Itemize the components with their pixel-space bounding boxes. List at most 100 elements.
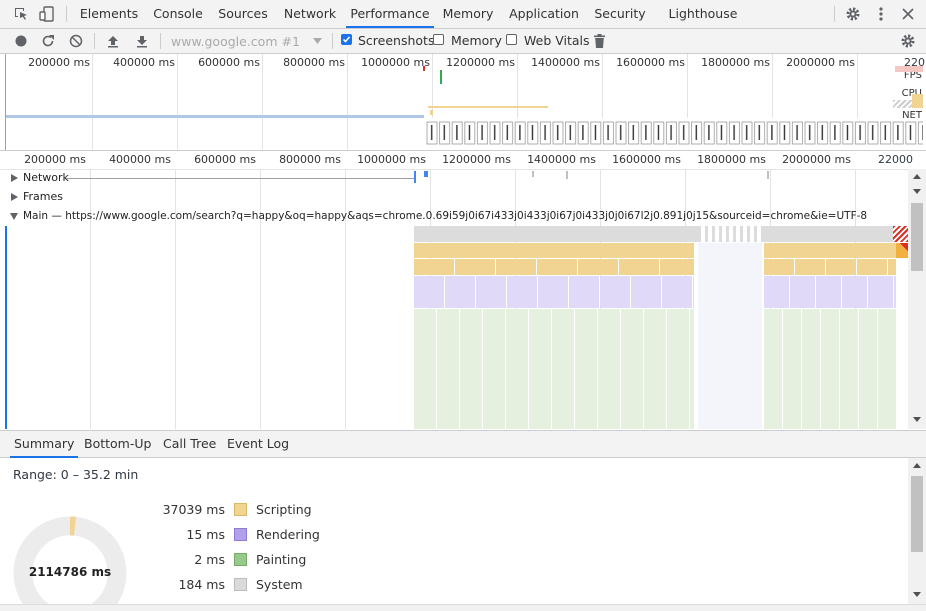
overview-gridline <box>92 54 93 150</box>
tab-performance[interactable]: Performance <box>346 0 434 28</box>
task-bar <box>414 226 908 242</box>
summary-scrollbar[interactable] <box>908 458 926 604</box>
tab-bottom-up[interactable]: Bottom-Up <box>84 434 151 456</box>
summary-label: System <box>256 577 303 592</box>
tab-elements[interactable]: Elements <box>76 0 142 28</box>
swatch-rendering <box>234 528 247 541</box>
tab-memory[interactable]: Memory <box>440 0 496 28</box>
scroll-up-icon[interactable] <box>913 174 921 179</box>
profile-select[interactable]: www.google.com #1 <box>165 31 329 51</box>
tab-summary[interactable]: Summary <box>10 434 78 458</box>
summary-value: 37039 ms <box>140 502 225 517</box>
load-profile-icon[interactable] <box>105 33 121 49</box>
toolbar-divider <box>94 33 95 49</box>
tab-network[interactable]: Network <box>280 0 340 28</box>
scroll-up-icon[interactable] <box>913 463 921 468</box>
overview-tick: 800000 ms <box>265 56 345 69</box>
network-request <box>566 171 568 179</box>
cpu-activity <box>430 110 433 115</box>
summary-label: Rendering <box>256 527 320 542</box>
summary-row-painting: 2 ms Painting <box>140 552 340 570</box>
network-request <box>424 171 428 177</box>
device-toolbar-icon[interactable] <box>38 5 56 23</box>
flame-tick: 1400000 ms <box>516 153 596 166</box>
summary-value: 184 ms <box>140 577 225 592</box>
close-icon[interactable] <box>899 5 917 23</box>
tab-event-log[interactable]: Event Log <box>227 434 289 456</box>
total-time: 2114786 ms <box>13 565 127 579</box>
overview-tick: 2000000 ms <box>775 56 855 69</box>
record-icon[interactable] <box>13 33 29 49</box>
flame-tick: 1000000 ms <box>346 153 426 166</box>
collapse-arrow-icon[interactable] <box>10 213 18 220</box>
overview-gridline <box>177 54 178 150</box>
expand-arrow-icon[interactable] <box>11 174 18 182</box>
cpu-activity <box>912 94 923 108</box>
overview-tick: 200000 ms <box>10 56 90 69</box>
scripting-block <box>764 259 896 275</box>
flame-tick: 2000000 ms <box>771 153 851 166</box>
screenshots-label[interactable]: Screenshots <box>358 33 434 48</box>
overview-gridline <box>262 54 263 150</box>
toolbar-divider <box>834 6 835 22</box>
scroll-down-icon[interactable] <box>913 189 921 194</box>
flame-chart[interactable]: 200000 ms 400000 ms 600000 ms 800000 ms … <box>0 151 926 429</box>
flame-scrollbar[interactable] <box>908 169 926 429</box>
settings-gear-icon[interactable] <box>844 5 862 23</box>
network-request <box>767 171 769 179</box>
scroll-down-icon[interactable] <box>913 592 921 597</box>
flame-tick: 600000 ms <box>176 153 256 166</box>
trash-icon[interactable] <box>592 33 606 49</box>
long-task-marker <box>893 226 908 242</box>
more-options-icon[interactable] <box>872 5 890 23</box>
network-request-line <box>66 178 414 179</box>
toolbar-divider <box>332 33 333 49</box>
swatch-system <box>234 578 247 591</box>
toolbar-divider <box>160 33 161 49</box>
capture-settings-gear-icon[interactable] <box>900 33 916 49</box>
chevron-down-icon <box>313 38 322 44</box>
rendering-block <box>764 276 896 308</box>
clear-icon[interactable] <box>68 33 84 49</box>
scripting-block <box>414 259 694 275</box>
network-request <box>532 171 534 177</box>
flame-tick: 1600000 ms <box>601 153 681 166</box>
web-vitals-checkbox[interactable] <box>506 34 517 45</box>
flame-tick: 1800000 ms <box>686 153 766 166</box>
overview-tick: 1200000 ms <box>435 56 515 69</box>
screenshots-checkbox[interactable] <box>341 34 352 45</box>
network-request <box>414 171 416 183</box>
flame-ruler: 200000 ms 400000 ms 600000 ms 800000 ms … <box>0 151 908 170</box>
web-vitals-label[interactable]: Web Vitals <box>524 33 590 48</box>
tab-security[interactable]: Security <box>592 0 648 28</box>
idle-region <box>698 243 762 429</box>
track-network[interactable]: Network <box>0 169 908 188</box>
tab-lighthouse[interactable]: Lighthouse <box>666 0 740 28</box>
timeline-overview[interactable]: 200000 ms 400000 ms 600000 ms 800000 ms … <box>0 54 926 150</box>
save-profile-icon[interactable] <box>134 33 150 49</box>
tab-console[interactable]: Console <box>148 0 208 28</box>
overview-gridline <box>347 54 348 150</box>
memory-checkbox[interactable] <box>433 34 444 45</box>
scripting-block <box>414 243 694 258</box>
expand-arrow-icon[interactable] <box>11 193 18 201</box>
memory-label[interactable]: Memory <box>451 33 502 48</box>
rendering-block <box>414 276 694 308</box>
reload-record-icon[interactable] <box>40 33 56 49</box>
main-thread-flame[interactable] <box>414 226 908 429</box>
performance-toolbar: www.google.com #1 Screenshots Memory Web… <box>0 29 926 54</box>
scroll-down-icon[interactable] <box>913 417 921 422</box>
scrollbar-thumb[interactable] <box>911 476 923 552</box>
tab-application[interactable]: Application <box>506 0 582 28</box>
overview-tick: 1000000 ms <box>350 56 430 69</box>
inspect-element-icon[interactable] <box>12 5 30 23</box>
scrollbar-thumb[interactable] <box>911 203 923 271</box>
flame-tick: 200000 ms <box>6 153 86 166</box>
swatch-scripting <box>234 503 247 516</box>
overview-tick: 400000 ms <box>95 56 175 69</box>
fps-frame-mark <box>440 70 442 84</box>
track-frames[interactable]: Frames <box>0 188 908 207</box>
tab-call-tree[interactable]: Call Tree <box>163 434 216 456</box>
tab-sources[interactable]: Sources <box>214 0 272 28</box>
track-main[interactable]: Main — https://www.google.com/search?q=h… <box>0 208 908 226</box>
